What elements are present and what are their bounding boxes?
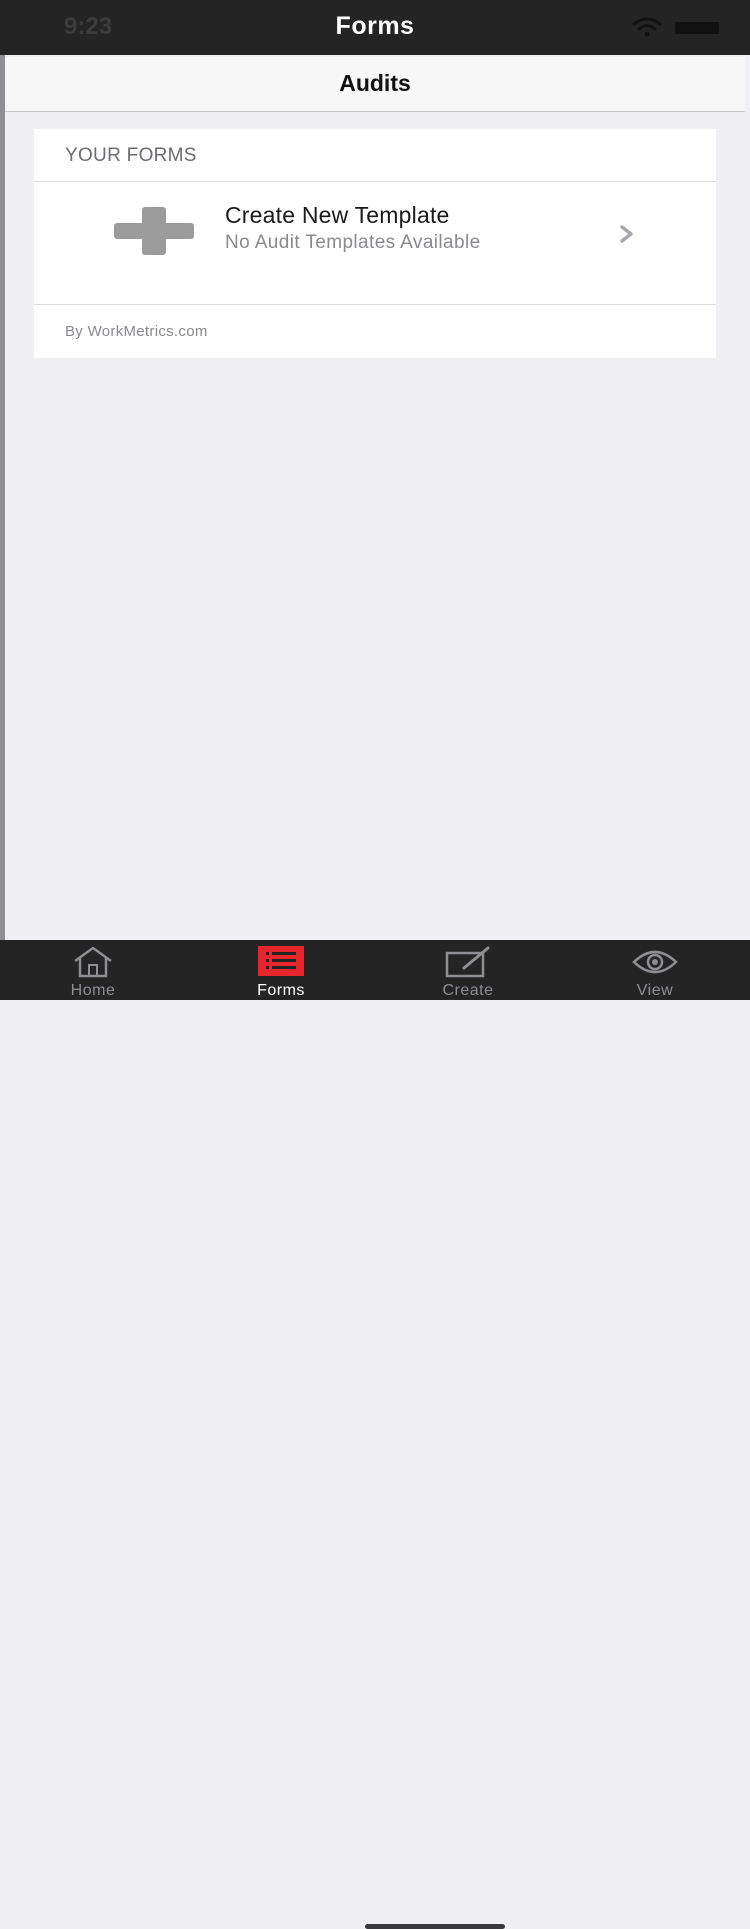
- list-icon: [258, 946, 304, 976]
- tab-create-label: Create: [442, 982, 494, 999]
- forms-card: YOUR FORMS Create New Template No Audit …: [34, 129, 716, 358]
- tab-bar: Home Forms Create View: [0, 940, 750, 1929]
- chevron-right-icon: [620, 225, 633, 243]
- row-title: Create New Template: [225, 202, 450, 228]
- tab-forms[interactable]: Forms: [206, 940, 356, 1000]
- tab-view[interactable]: View: [580, 940, 730, 1000]
- home-indicator: [365, 1924, 505, 1929]
- tab-create[interactable]: Create: [393, 940, 543, 1000]
- battery-icon: [675, 22, 719, 34]
- section-header-label: YOUR FORMS: [65, 145, 197, 166]
- eye-icon: [632, 950, 678, 974]
- edit-icon: [445, 946, 490, 978]
- left-edge: [0, 55, 5, 940]
- footer-credit: By WorkMetrics.com: [65, 323, 208, 340]
- section-header: YOUR FORMS: [34, 129, 716, 182]
- row-subtitle: No Audit Templates Available: [225, 232, 481, 253]
- tab-view-label: View: [636, 982, 674, 999]
- tab-forms-label: Forms: [257, 982, 305, 999]
- nav-header: Audits: [5, 57, 745, 112]
- status-bar: 9:23 Forms: [0, 0, 750, 55]
- tab-home-label: Home: [70, 982, 116, 999]
- wifi-icon: [632, 17, 662, 37]
- page-title: Audits: [339, 70, 411, 96]
- plus-icon: [114, 207, 194, 255]
- create-template-row[interactable]: Create New Template No Audit Templates A…: [34, 182, 716, 305]
- tab-home[interactable]: Home: [18, 940, 168, 1000]
- home-icon: [74, 946, 112, 978]
